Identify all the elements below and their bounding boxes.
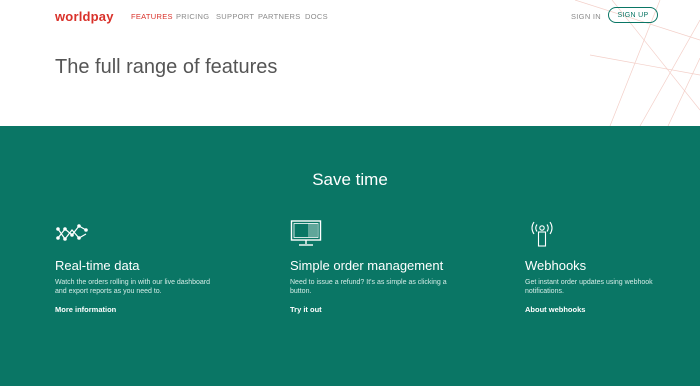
nav-support[interactable]: SUPPORT — [216, 12, 254, 21]
sign-up-button[interactable]: SIGN UP — [608, 7, 658, 23]
feature-title: Simple order management — [290, 258, 444, 273]
hero-header: worldpay FEATURES PRICING SUPPORT PARTNE… — [0, 0, 700, 126]
section-title: Save time — [312, 170, 388, 189]
about-webhooks-link[interactable]: About webhooks — [525, 305, 585, 314]
nav-pricing[interactable]: PRICING — [176, 12, 209, 21]
top-nav: worldpay FEATURES PRICING SUPPORT PARTNE… — [0, 0, 700, 32]
feature-real-time-data: Real-time data Watch the orders rolling … — [55, 218, 215, 317]
features-section: Save time Real-time data Watch the order… — [0, 126, 700, 386]
worldpay-logo[interactable]: worldpay — [55, 9, 114, 24]
feature-title: Real-time data — [55, 258, 140, 273]
feature-description: Get instant order updates using webhook … — [525, 279, 653, 295]
feature-webhooks: Webhooks Get instant order updates using… — [525, 218, 685, 317]
chart-nodes-icon — [56, 224, 88, 241]
broadcast-icon — [531, 221, 553, 247]
nav-features[interactable]: FEATURES — [131, 12, 173, 21]
more-information-link[interactable]: More information — [55, 305, 116, 314]
feature-simple-order-management: Simple order management Need to issue a … — [290, 218, 450, 317]
try-it-out-link[interactable]: Try it out — [290, 305, 322, 314]
feature-description: Watch the orders rolling in with our liv… — [55, 279, 210, 295]
monitor-icon — [290, 220, 322, 246]
feature-description: Need to issue a refund? It's as simple a… — [290, 279, 447, 295]
nav-docs[interactable]: DOCS — [305, 12, 328, 21]
page-title: The full range of features — [55, 56, 278, 78]
feature-title: Webhooks — [525, 258, 587, 273]
nav-partners[interactable]: PARTNERS — [258, 12, 301, 21]
sign-in-link[interactable]: SIGN IN — [571, 12, 601, 21]
